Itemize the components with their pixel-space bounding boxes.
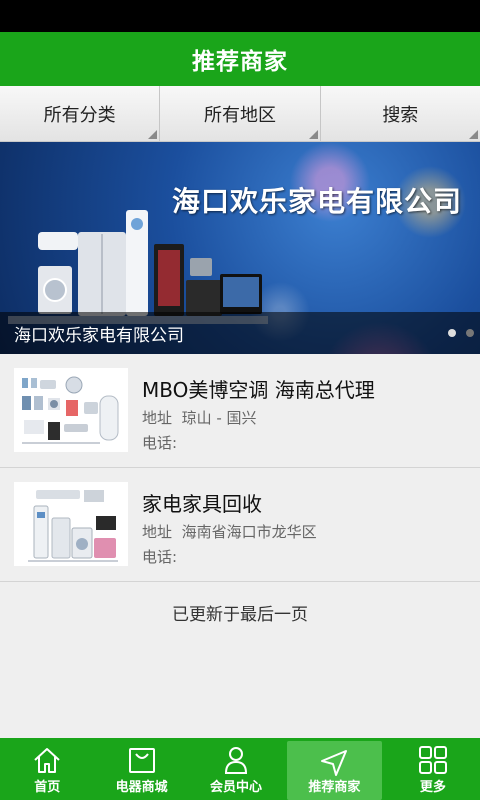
address-label: 地址: [142, 523, 173, 541]
tab-label: 推荐商家: [308, 780, 361, 795]
page-title: 推荐商家: [192, 49, 288, 75]
tab-more[interactable]: 更多: [386, 738, 480, 800]
title-bar: 推荐商家: [0, 32, 480, 86]
carousel-indicator: [448, 329, 474, 337]
search-label: 搜索: [382, 104, 419, 126]
tab-recommended-merchants[interactable]: 推荐商家: [287, 741, 382, 800]
tab-label: 首页: [34, 780, 61, 795]
merchant-phone: 电话:: [142, 434, 178, 452]
address-value: 海南省海口市龙华区: [181, 523, 317, 541]
dropdown-corner-icon: [308, 130, 318, 139]
region-filter-label: 所有地区: [203, 104, 276, 126]
merchant-thumbnail: [14, 368, 128, 452]
search-button[interactable]: 搜索: [321, 86, 480, 141]
tab-home[interactable]: 首页: [0, 738, 94, 800]
tab-appliance-mall[interactable]: 电器商城: [94, 738, 188, 800]
region-filter-button[interactable]: 所有地区: [160, 86, 321, 141]
tab-label: 会员中心: [210, 780, 263, 795]
dropdown-corner-icon: [468, 130, 478, 139]
bag-icon: [128, 748, 155, 773]
carousel-dot-active[interactable]: [448, 329, 456, 337]
merchant-address: 地址 海南省海口市龙华区: [142, 521, 317, 542]
merchant-list: MBO美博空调 海南总代理 地址 琼山 - 国兴 电话: 家电家具回收 地址 海…: [0, 354, 480, 582]
bottom-tab-bar: 首页 电器商城 会员中心 推荐商家 更多: [0, 738, 480, 800]
address-value: 琼山 - 国兴: [181, 409, 257, 427]
tab-member-center[interactable]: 会员中心: [189, 738, 283, 800]
user-icon: [225, 747, 248, 774]
address-label: 地址: [142, 409, 173, 427]
banner-caption-bar: 海口欢乐家电有限公司: [0, 312, 480, 354]
tab-label: 电器商城: [115, 780, 168, 795]
merchant-list-item[interactable]: 家电家具回收 地址 海南省海口市龙华区 电话:: [0, 468, 480, 582]
tab-label: 更多: [419, 780, 446, 795]
carousel-dot[interactable]: [466, 329, 474, 337]
merchant-name: MBO美博空调 海南总代理: [142, 378, 375, 402]
banner-caption: 海口欢乐家电有限公司: [14, 326, 184, 346]
merchant-thumbnail: [14, 482, 128, 566]
banner-headline: 海口欢乐家电有限公司: [171, 185, 462, 218]
grid-icon: [418, 746, 447, 774]
merchant-name: 家电家具回收: [142, 492, 262, 516]
promo-banner[interactable]: 海口欢乐家电有限公司 海口欢乐家电有限公司: [0, 142, 480, 354]
navigation-arrow-icon: [321, 750, 348, 776]
category-filter-label: 所有分类: [43, 104, 116, 126]
merchant-phone: 电话:: [142, 548, 178, 566]
home-icon: [34, 748, 60, 773]
merchant-list-item[interactable]: MBO美博空调 海南总代理 地址 琼山 - 国兴 电话:: [0, 354, 480, 468]
merchant-address: 地址 琼山 - 国兴: [142, 407, 257, 428]
appliances-illustration: [8, 210, 268, 324]
filter-bar: 所有分类 所有地区 搜索: [0, 86, 480, 142]
status-bar: [0, 0, 480, 32]
category-filter-button[interactable]: 所有分类: [0, 86, 161, 141]
dropdown-corner-icon: [148, 130, 158, 139]
list-end-message: 已更新于最后一页: [172, 605, 308, 625]
